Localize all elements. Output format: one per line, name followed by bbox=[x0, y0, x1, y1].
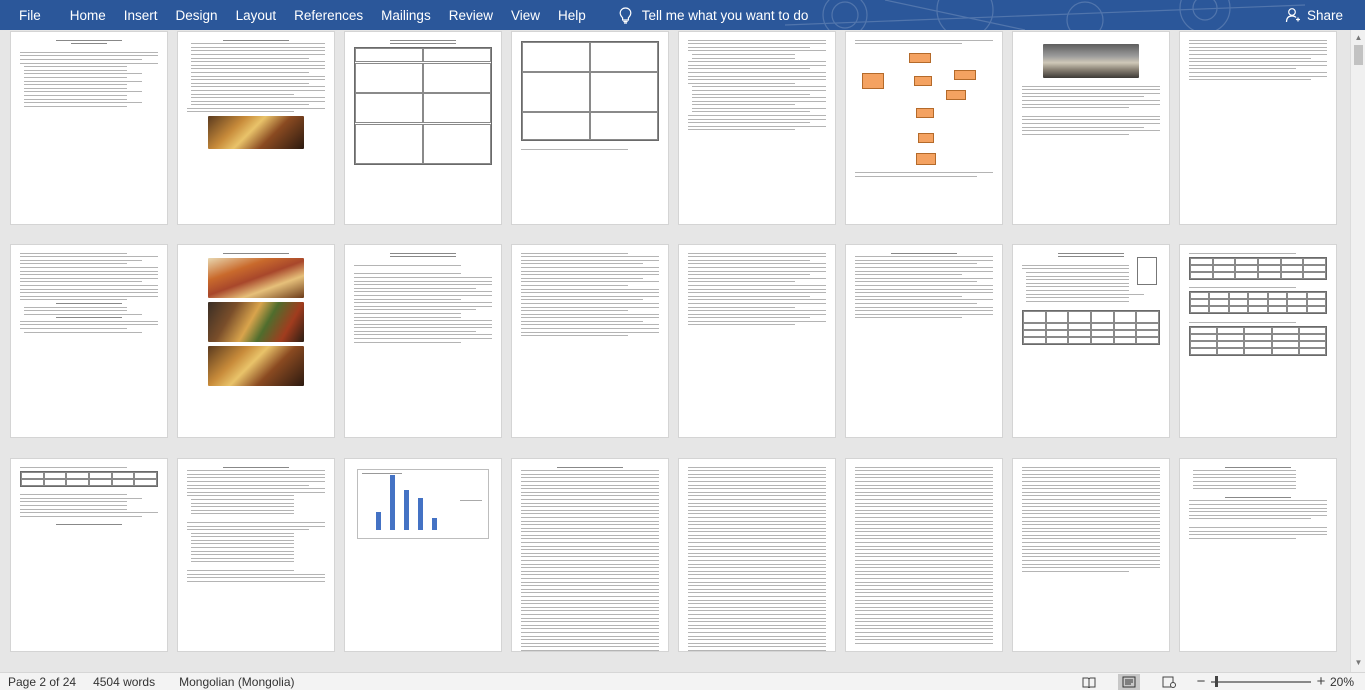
page-thumbnail[interactable] bbox=[678, 244, 836, 438]
share-label: Share bbox=[1306, 7, 1343, 23]
page-thumbnail[interactable] bbox=[678, 31, 836, 225]
food-photo bbox=[208, 257, 304, 298]
food-photo bbox=[208, 116, 304, 150]
zoom-percentage[interactable]: 20% bbox=[1330, 675, 1354, 689]
book-icon bbox=[1082, 677, 1096, 688]
word-count[interactable]: 4504 words bbox=[93, 675, 155, 689]
tab-review[interactable]: Review bbox=[440, 0, 502, 30]
page-thumbnail[interactable] bbox=[344, 458, 502, 652]
table-thumbnail bbox=[1022, 309, 1160, 345]
tell-me-search[interactable]: Tell me what you want to do bbox=[619, 6, 809, 24]
print-layout-button[interactable] bbox=[1118, 674, 1140, 690]
web-page-icon bbox=[1162, 676, 1176, 688]
page-thumbnail[interactable] bbox=[177, 458, 335, 652]
page-thumbnail[interactable] bbox=[177, 244, 335, 438]
page-thumbnail[interactable] bbox=[1012, 31, 1170, 225]
lightbulb-icon bbox=[619, 6, 632, 24]
tell-me-label: Tell me what you want to do bbox=[641, 7, 809, 23]
zoom-out-button[interactable]: − bbox=[1195, 674, 1207, 689]
tab-references[interactable]: References bbox=[285, 0, 372, 30]
page-thumbnail[interactable] bbox=[10, 244, 168, 438]
tab-view[interactable]: View bbox=[502, 0, 549, 30]
page-thumbnail[interactable] bbox=[1012, 244, 1170, 438]
page-thumbnail[interactable] bbox=[678, 458, 836, 652]
page-layout-icon bbox=[1122, 676, 1136, 688]
status-bar: Page 2 of 24 4504 words Mongolian (Mongo… bbox=[0, 672, 1365, 690]
scroll-thumb[interactable] bbox=[1354, 45, 1363, 65]
table-thumbnail bbox=[1189, 325, 1327, 356]
page-thumbnail[interactable] bbox=[1179, 458, 1337, 652]
bar-chart-thumbnail bbox=[357, 469, 489, 539]
view-buttons bbox=[1078, 674, 1198, 690]
page-thumbnail[interactable] bbox=[1179, 244, 1337, 438]
page-thumbnail[interactable] bbox=[845, 31, 1003, 225]
page-thumbnail[interactable] bbox=[1179, 31, 1337, 225]
page-thumbnail[interactable] bbox=[177, 31, 335, 225]
read-mode-button[interactable] bbox=[1078, 674, 1100, 690]
tab-design[interactable]: Design bbox=[167, 0, 227, 30]
tab-help[interactable]: Help bbox=[549, 0, 595, 30]
table-thumbnail bbox=[20, 470, 158, 487]
food-photo bbox=[208, 301, 304, 342]
tab-mailings[interactable]: Mailings bbox=[372, 0, 440, 30]
page-thumbnail[interactable] bbox=[511, 31, 669, 225]
page-thumbnail[interactable] bbox=[10, 458, 168, 652]
table-thumbnail bbox=[521, 41, 659, 141]
language-indicator[interactable]: Mongolian (Mongolia) bbox=[179, 675, 294, 689]
scroll-up-icon[interactable]: ▲ bbox=[1354, 33, 1363, 42]
zoom-track[interactable] bbox=[1211, 675, 1311, 687]
page-thumbnail[interactable] bbox=[344, 31, 502, 225]
page-thumbnail[interactable] bbox=[10, 31, 168, 225]
table-thumbnail bbox=[1189, 291, 1327, 315]
ribbon-tab-bar: File Home Insert Design Layout Reference… bbox=[0, 0, 1365, 30]
page-thumbnail[interactable] bbox=[511, 244, 669, 438]
tab-home[interactable]: Home bbox=[61, 0, 115, 30]
page-thumbnail[interactable] bbox=[1012, 458, 1170, 652]
table-thumbnail bbox=[354, 47, 492, 166]
hall-photo bbox=[1043, 44, 1139, 78]
page-thumbnail[interactable] bbox=[511, 458, 669, 652]
zoom-thumb[interactable] bbox=[1215, 675, 1219, 687]
tab-layout[interactable]: Layout bbox=[227, 0, 286, 30]
page-thumbnail[interactable] bbox=[845, 244, 1003, 438]
tab-insert[interactable]: Insert bbox=[115, 0, 167, 30]
table-thumbnail bbox=[1189, 256, 1327, 280]
zoom-in-button[interactable]: + bbox=[1315, 674, 1327, 689]
web-layout-button[interactable] bbox=[1158, 674, 1180, 690]
tab-file[interactable]: File bbox=[0, 0, 61, 30]
ribbon-decoration bbox=[785, 0, 1305, 30]
page-thumbnail[interactable] bbox=[344, 244, 502, 438]
flow-diagram bbox=[854, 48, 994, 168]
scroll-down-icon[interactable]: ▼ bbox=[1354, 658, 1363, 667]
page-thumbnail[interactable] bbox=[845, 458, 1003, 652]
zoom-slider[interactable]: − + bbox=[1195, 673, 1327, 690]
vertical-scrollbar[interactable]: ▲ ▼ bbox=[1350, 30, 1365, 672]
page-count[interactable]: Page 2 of 24 bbox=[8, 675, 76, 689]
food-photo bbox=[208, 345, 304, 386]
document-canvas[interactable] bbox=[0, 30, 1350, 672]
